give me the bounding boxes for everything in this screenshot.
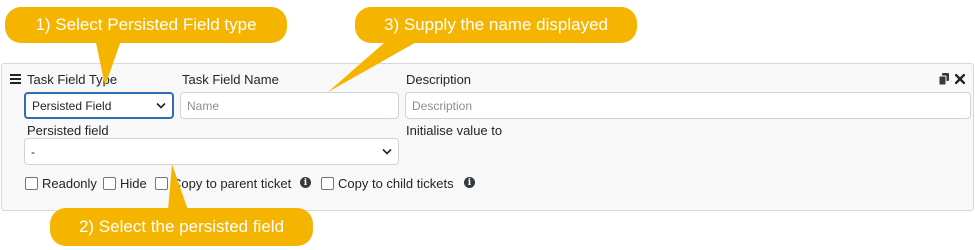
callout-step-3: 3) Supply the name displayed	[355, 7, 637, 43]
callout-2-pointer	[168, 164, 188, 210]
callout-3-pointer	[328, 36, 420, 92]
callout-step-2-text: 2) Select the persisted field	[78, 217, 285, 236]
callout-step-1: 1) Select Persisted Field type	[5, 7, 287, 43]
callout-step-1-text: 1) Select Persisted Field type	[35, 15, 257, 34]
callout-1-pointer	[95, 38, 122, 86]
callout-step-2: 2) Select the persisted field	[50, 208, 313, 246]
callout-step-3-text: 3) Supply the name displayed	[384, 15, 608, 34]
